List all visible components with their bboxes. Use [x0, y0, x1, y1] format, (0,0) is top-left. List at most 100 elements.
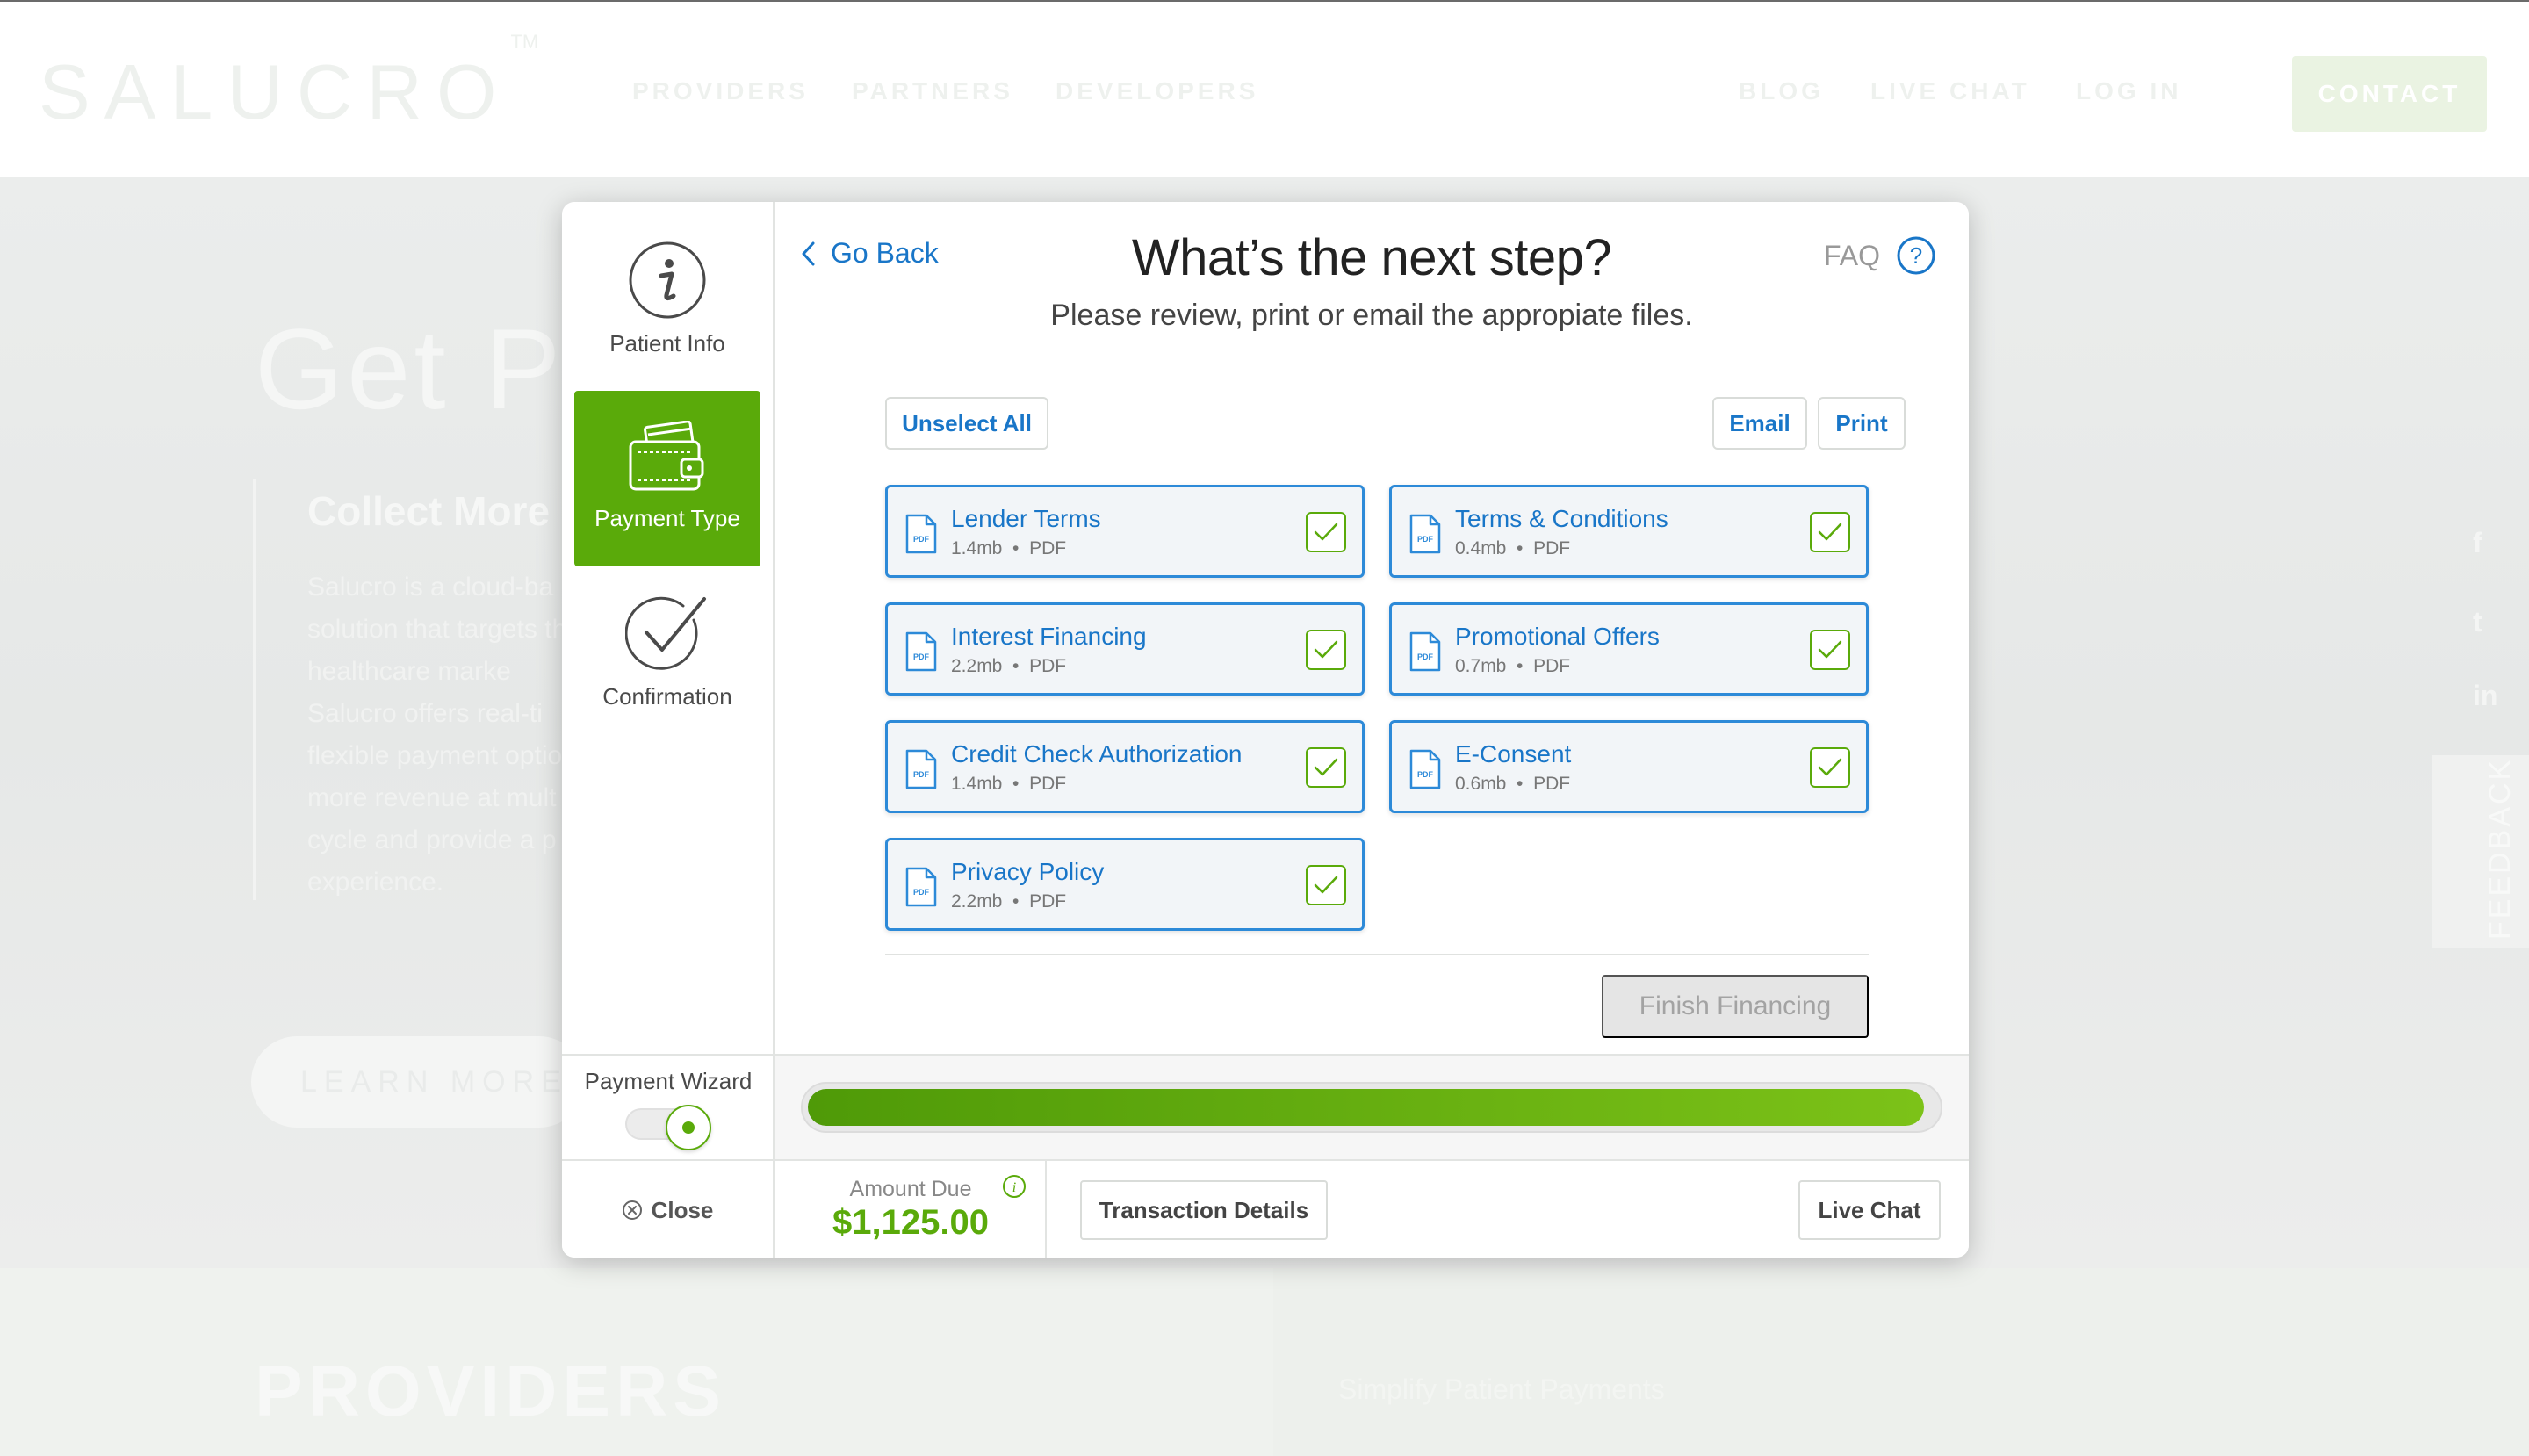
- file-meta: 2.2mb • PDF: [951, 656, 1066, 677]
- svg-text:PDF: PDF: [913, 652, 930, 661]
- file-checkbox[interactable]: [1810, 630, 1850, 670]
- live-chat-button[interactable]: Live Chat: [1798, 1180, 1941, 1240]
- wizard-content: Go Back What’s the next step? Please rev…: [775, 202, 1969, 1054]
- file-meta: 0.6mb • PDF: [1455, 774, 1570, 795]
- faq-label: FAQ: [1824, 239, 1881, 271]
- pdf-file-icon: PDF: [1409, 514, 1441, 554]
- file-card[interactable]: PDF E-Consent 0.6mb • PDF: [1389, 720, 1869, 813]
- svg-text:PDF: PDF: [1417, 652, 1434, 661]
- wizard-progress-row: Payment Wizard: [562, 1054, 1969, 1161]
- providers-subtitle: Simplify Patient Payments: [1338, 1373, 1665, 1405]
- file-card[interactable]: PDF Lender Terms 1.4mb • PDF: [885, 485, 1365, 578]
- file-name: Credit Check Authorization: [951, 740, 1243, 768]
- file-card[interactable]: PDF Interest Financing 2.2mb • PDF: [885, 602, 1365, 696]
- file-checkbox[interactable]: [1306, 747, 1346, 788]
- site-header: SALUCROTM PROVIDERS PARTNERS DEVELOPERS …: [0, 0, 2529, 177]
- pdf-file-icon: PDF: [905, 514, 937, 554]
- wizard-sidebar: Patient Info Payment Type Confirmation: [562, 202, 775, 1054]
- close-button[interactable]: Close: [562, 1161, 775, 1258]
- linkedin-icon[interactable]: in: [2473, 680, 2497, 712]
- file-type: PDF: [1029, 538, 1067, 559]
- meta-separator: •: [1012, 891, 1020, 912]
- file-name: E-Consent: [1455, 740, 1572, 768]
- file-size: 1.4mb: [951, 774, 1003, 794]
- page-title: What’s the next step?: [1131, 229, 1612, 286]
- checkmark-icon: [1314, 523, 1338, 541]
- nav-blog[interactable]: BLOG: [1739, 77, 1824, 105]
- file-checkbox[interactable]: [1306, 865, 1346, 905]
- pdf-file-icon: PDF: [1409, 749, 1441, 789]
- checkmark-icon: [1818, 523, 1842, 541]
- svg-text:i: i: [1012, 1180, 1016, 1195]
- checkmark-icon: [1314, 640, 1338, 659]
- step-payment-type[interactable]: Payment Type: [574, 391, 760, 566]
- file-checkbox[interactable]: [1810, 747, 1850, 788]
- file-meta: 0.4mb • PDF: [1455, 538, 1570, 559]
- meta-separator: •: [1012, 656, 1020, 676]
- hero-body-text: Salucro is a cloud-ba solution that targ…: [307, 573, 581, 897]
- file-type: PDF: [1029, 774, 1067, 794]
- checkmark-icon: [1818, 758, 1842, 776]
- nav-log-in[interactable]: LOG IN: [2076, 77, 2181, 105]
- meta-separator: •: [1012, 538, 1020, 559]
- feedback-label: FEEDBACK: [2483, 757, 2517, 940]
- info-icon[interactable]: i: [1001, 1173, 1027, 1200]
- unselect-all-button[interactable]: Unselect All: [885, 397, 1048, 450]
- wallet-icon: [629, 421, 704, 491]
- twitter-icon[interactable]: t: [2473, 606, 2482, 638]
- file-card[interactable]: PDF Credit Check Authorization 1.4mb • PDF: [885, 720, 1365, 813]
- file-card[interactable]: PDF Terms & Conditions 0.4mb • PDF: [1389, 485, 1869, 578]
- svg-text:PDF: PDF: [913, 770, 930, 779]
- finish-financing-button[interactable]: Finish Financing: [1602, 975, 1869, 1038]
- file-meta: 2.2mb • PDF: [951, 891, 1066, 912]
- svg-text:PDF: PDF: [913, 535, 930, 544]
- hero-subtitle: Collect More: [307, 488, 551, 534]
- nav-providers[interactable]: PROVIDERS: [632, 77, 809, 105]
- file-name: Interest Financing: [951, 623, 1147, 650]
- transaction-details-button[interactable]: Transaction Details: [1080, 1180, 1328, 1240]
- pdf-file-icon: PDF: [905, 749, 937, 789]
- file-size: 0.7mb: [1455, 656, 1507, 676]
- close-label: Close: [651, 1196, 714, 1223]
- facebook-icon[interactable]: f: [2473, 527, 2482, 559]
- file-checkbox[interactable]: [1306, 630, 1346, 670]
- checkmark-circle-icon: [625, 596, 706, 670]
- file-checkbox[interactable]: [1306, 512, 1346, 552]
- nav-developers[interactable]: DEVELOPERS: [1056, 77, 1258, 105]
- providers-panel: [1273, 1268, 2529, 1456]
- file-meta: 0.7mb • PDF: [1455, 656, 1570, 677]
- toggle-knob: [666, 1105, 711, 1150]
- file-card[interactable]: PDF Promotional Offers 0.7mb • PDF: [1389, 602, 1869, 696]
- file-size: 0.6mb: [1455, 774, 1507, 794]
- modal-footer: Close Amount Due $1,125.00 i Transaction…: [562, 1159, 1969, 1258]
- feedback-tab[interactable]: FEEDBACK: [2432, 755, 2529, 948]
- print-button[interactable]: Print: [1818, 397, 1906, 450]
- svg-text:PDF: PDF: [1417, 535, 1434, 544]
- site-logo[interactable]: SALUCROTM: [39, 31, 538, 137]
- file-size: 0.4mb: [1455, 538, 1507, 559]
- file-name: Privacy Policy: [951, 858, 1105, 885]
- faq-link[interactable]: FAQ ?: [1824, 235, 1936, 276]
- info-circle-icon: [629, 241, 706, 319]
- learn-more-button[interactable]: LEARN MORE: [251, 1036, 585, 1128]
- nav-partners[interactable]: PARTNERS: [852, 77, 1013, 105]
- contact-button[interactable]: CONTACT: [2292, 56, 2487, 132]
- file-size: 2.2mb: [951, 891, 1003, 912]
- nav-live-chat[interactable]: LIVE CHAT: [1870, 77, 2030, 105]
- step-patient-info[interactable]: Patient Info: [574, 241, 760, 416]
- checkmark-icon: [1314, 758, 1338, 776]
- svg-text:?: ?: [1910, 242, 1922, 269]
- file-checkbox[interactable]: [1810, 512, 1850, 552]
- meta-separator: •: [1517, 656, 1524, 676]
- step-confirmation[interactable]: Confirmation: [574, 594, 760, 769]
- email-button[interactable]: Email: [1712, 397, 1807, 450]
- hero-divider: [253, 479, 256, 900]
- file-card[interactable]: PDF Privacy Policy 2.2mb • PDF: [885, 838, 1365, 931]
- step-label: Patient Info: [609, 330, 725, 357]
- pdf-file-icon: PDF: [905, 631, 937, 672]
- payment-wizard-toggle[interactable]: [625, 1105, 713, 1150]
- checkmark-icon: [1314, 876, 1338, 894]
- help-circle-icon: ?: [1897, 236, 1935, 275]
- file-size: 2.2mb: [951, 656, 1003, 676]
- meta-separator: •: [1012, 774, 1020, 794]
